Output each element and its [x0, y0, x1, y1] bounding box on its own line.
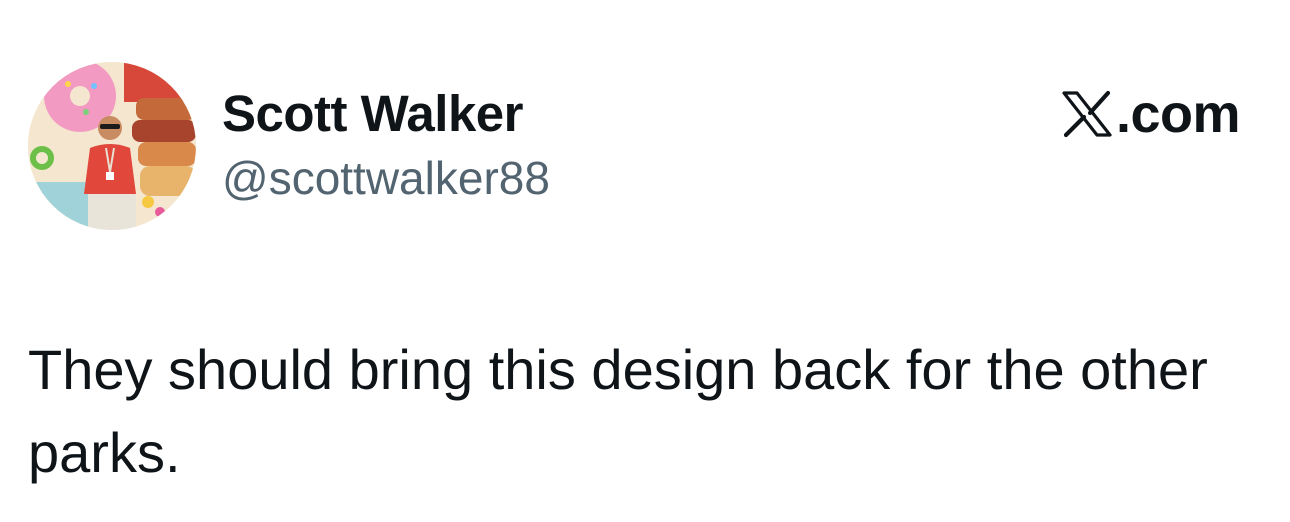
avatar[interactable]: [28, 62, 196, 230]
brand-mark: .com: [1060, 84, 1241, 144]
author-display-name[interactable]: Scott Walker: [222, 84, 524, 144]
tweet-text: They should bring this design back for t…: [28, 338, 1208, 484]
author-handle[interactable]: @scottwalker88: [222, 150, 550, 206]
tweet-card: Scott Walker @scottwalker88 .com They sh…: [0, 0, 1290, 522]
x-logo-icon: [1062, 90, 1112, 138]
brand-domain-suffix: .com: [1115, 84, 1241, 144]
avatar-photo: [28, 62, 196, 230]
